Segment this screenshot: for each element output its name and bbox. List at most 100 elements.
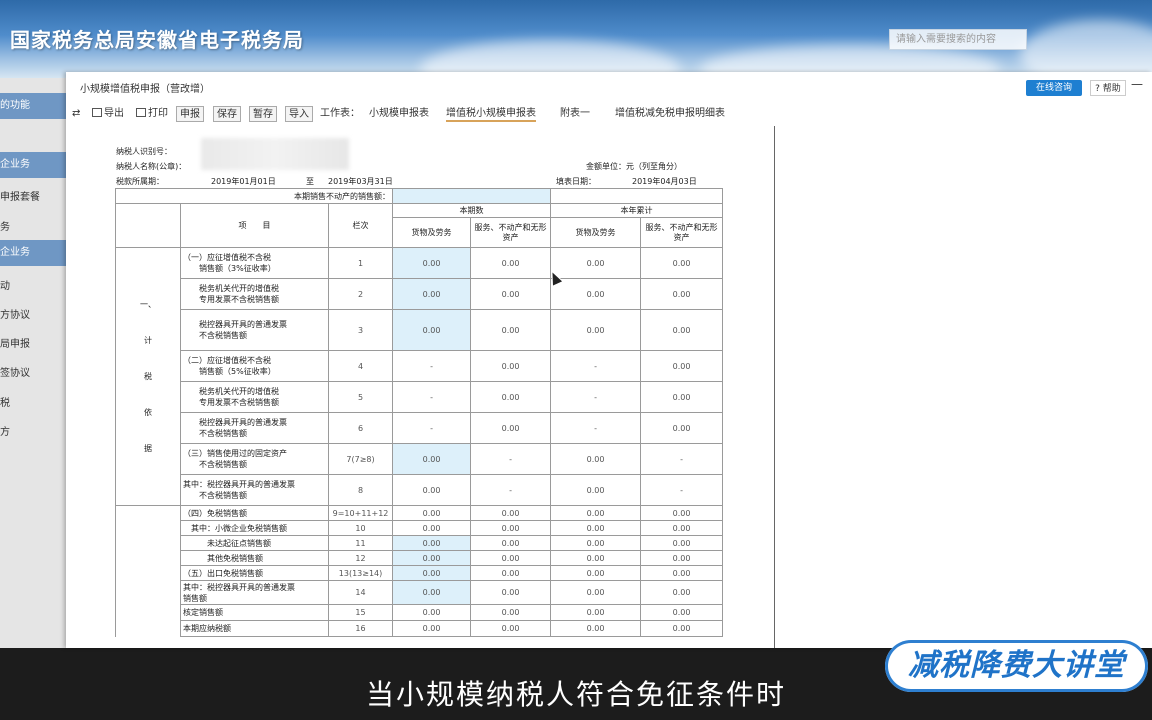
sidebar-item-package[interactable]: 申报套餐 <box>0 188 66 203</box>
value-cell[interactable]: 0.00 <box>392 550 472 566</box>
value-cell: 0.00 <box>470 247 552 279</box>
table-row: （四）免税销售额 9=10+11+12 0.00 0.00 0.00 0.00 <box>115 505 724 521</box>
row-line-number: 2 <box>327 278 394 310</box>
value-cell: - <box>470 474 552 506</box>
site-title: 国家税务总局安徽省电子税务局 <box>10 28 304 52</box>
import-button[interactable]: 导入 <box>285 106 313 122</box>
row-line-number: 11 <box>327 535 394 551</box>
print-button[interactable]: 打印 <box>136 106 168 122</box>
tab-vat-exemption-detail[interactable]: 增值税减免税申报明细表 <box>615 106 725 122</box>
table-row: 本期应纳税额 16 0.00 0.00 0.00 0.00 <box>115 620 724 637</box>
document-edge <box>774 126 775 648</box>
real-estate-label: 本期销售不动产的销售额： <box>114 188 394 204</box>
row-label: 本期应纳税额 <box>180 620 329 637</box>
empty-cell <box>550 188 724 204</box>
value-cell[interactable]: 0.00 <box>392 278 472 310</box>
section-char: 依 <box>144 407 152 417</box>
value-cell: 0.00 <box>470 350 552 382</box>
row-label: 核定销售额 <box>180 604 329 621</box>
sidebar-item-other[interactable]: 方 <box>0 423 66 438</box>
row-line-number: 5 <box>327 381 394 413</box>
value-cell: 0.00 <box>470 309 552 351</box>
table-row: 税控器具开具的普通发票 不含税销售额 3 0.00 0.00 0.00 0.00 <box>116 309 724 351</box>
header-services-ytd: 服务、不动产和无形资产 <box>640 217 724 248</box>
row-label: 税控器具开具的普通发票 不含税销售额 <box>180 309 329 351</box>
section-char: 据 <box>144 443 152 453</box>
value-cell: 0.00 <box>392 505 472 521</box>
value-cell: 0.00 <box>392 520 472 536</box>
tab-attachment-1[interactable]: 附表一 <box>560 106 590 122</box>
period-to: 至 <box>306 177 314 186</box>
value-cell: 0.00 <box>470 412 552 444</box>
value-cell: 0.00 <box>470 278 552 310</box>
table-body: 一、计税依据（一）应征增值税不含税 销售额（3%征收率） 1 0.00 0.00 0.0… <box>115 247 724 637</box>
export-button[interactable]: 导出 <box>92 106 124 122</box>
toolbar: ⇄ 导出 打印 申报 保存 暂存 导入 工作表： 小规模申报表 增值税小规模申报… <box>66 104 1152 124</box>
help-button[interactable]: ? 帮助 <box>1090 80 1126 96</box>
value-cell[interactable]: 0.00 <box>392 565 472 581</box>
value-cell: 0.00 <box>470 604 552 621</box>
sidebar-item-action[interactable]: 动 <box>0 277 66 292</box>
tab-vat-small-scale[interactable]: 增值税小规模申报表 <box>446 106 536 122</box>
taxpayer-name-label: 纳税人名称(公章)： <box>116 162 187 171</box>
sidebar-item-sign[interactable]: 签协议 <box>0 364 66 379</box>
row-line-number: 3 <box>327 309 394 351</box>
value-cell[interactable]: 0.00 <box>392 247 472 279</box>
declare-button[interactable]: 申报 <box>176 106 204 122</box>
row-label: 其中：税控器具开具的普通发票 不含税销售额 <box>180 474 329 506</box>
sidebar-item-service[interactable]: 务 <box>0 218 66 233</box>
tab-small-scale[interactable]: 小规模申报表 <box>369 106 429 122</box>
sidebar-item-business-2[interactable]: 企业务 <box>0 240 66 266</box>
row-label: （五）出口免税销售额 <box>180 565 329 581</box>
form-document[interactable]: 纳税人识别号： 纳税人名称(公章)： 金额单位：元（列至角分） 税款所属期： 2… <box>66 126 776 648</box>
value-cell[interactable]: 0.00 <box>392 309 472 351</box>
sidebar-item-tax[interactable]: 税 <box>0 394 66 409</box>
redacted-taxpayer-info <box>201 138 349 170</box>
sidebar-item-declare[interactable]: 局申报 <box>0 335 66 350</box>
value-cell: 0.00 <box>640 565 724 581</box>
value-cell: 0.00 <box>640 381 724 413</box>
value-cell: 0.00 <box>640 520 724 536</box>
export-label: 导出 <box>104 108 124 119</box>
sidebar-item-function[interactable]: 的功能 <box>0 93 66 119</box>
row-line-number: 9=10+11+12 <box>327 505 394 521</box>
sidebar-item-business[interactable]: 企业务 <box>0 152 66 178</box>
refresh-icon[interactable]: ⇄ <box>72 106 80 122</box>
site-search-input[interactable]: 请输入需要搜索的内容 <box>889 29 1027 50</box>
value-cell: 0.00 <box>470 565 552 581</box>
section-char: 税 <box>144 371 152 381</box>
row-line-number: 1 <box>327 247 394 279</box>
row-label: 其他免税销售额 <box>180 550 329 566</box>
section-label: 一、计税依据 <box>115 247 181 506</box>
blank-cell <box>115 565 181 581</box>
site-header: 国家税务总局安徽省电子税务局 请输入需要搜索的内容 <box>0 0 1152 78</box>
value-cell: 0.00 <box>550 443 642 475</box>
value-cell: 0.00 <box>550 520 642 536</box>
value-cell: 0.00 <box>640 580 724 605</box>
value-cell: - <box>640 474 724 506</box>
value-cell: 0.00 <box>640 535 724 551</box>
save-button[interactable]: 保存 <box>213 106 241 122</box>
value-cell[interactable]: 0.00 <box>392 443 472 475</box>
blank-cell <box>115 535 181 551</box>
value-cell: 0.00 <box>392 620 472 637</box>
value-cell[interactable]: 0.00 <box>392 535 472 551</box>
sidebar-item-agreement[interactable]: 方协议 <box>0 306 66 321</box>
table-row: 未达起征点销售额 11 0.00 0.00 0.00 0.00 <box>115 535 724 551</box>
minimize-button[interactable]: — <box>1131 77 1143 91</box>
temp-save-button[interactable]: 暂存 <box>249 106 277 122</box>
value-cell: 0.00 <box>392 604 472 621</box>
online-consult-button[interactable]: 在线咨询 <box>1026 80 1082 96</box>
value-cell: - <box>470 443 552 475</box>
header-line: 栏次 <box>327 203 394 248</box>
value-cell: 0.00 <box>470 381 552 413</box>
value-cell: 0.00 <box>550 278 642 310</box>
header-services-current: 服务、不动产和无形资产 <box>470 217 552 248</box>
row-label: （二）应征增值税不含税 销售额（5%征收率） <box>180 350 329 382</box>
value-cell: - <box>550 381 642 413</box>
value-cell[interactable]: 0.00 <box>392 580 472 605</box>
real-estate-input[interactable] <box>392 188 552 204</box>
header-goods-ytd: 货物及劳务 <box>550 217 642 248</box>
worksheet-label: 工作表： <box>320 108 360 119</box>
row-label: （四）免税销售额 <box>180 505 329 521</box>
